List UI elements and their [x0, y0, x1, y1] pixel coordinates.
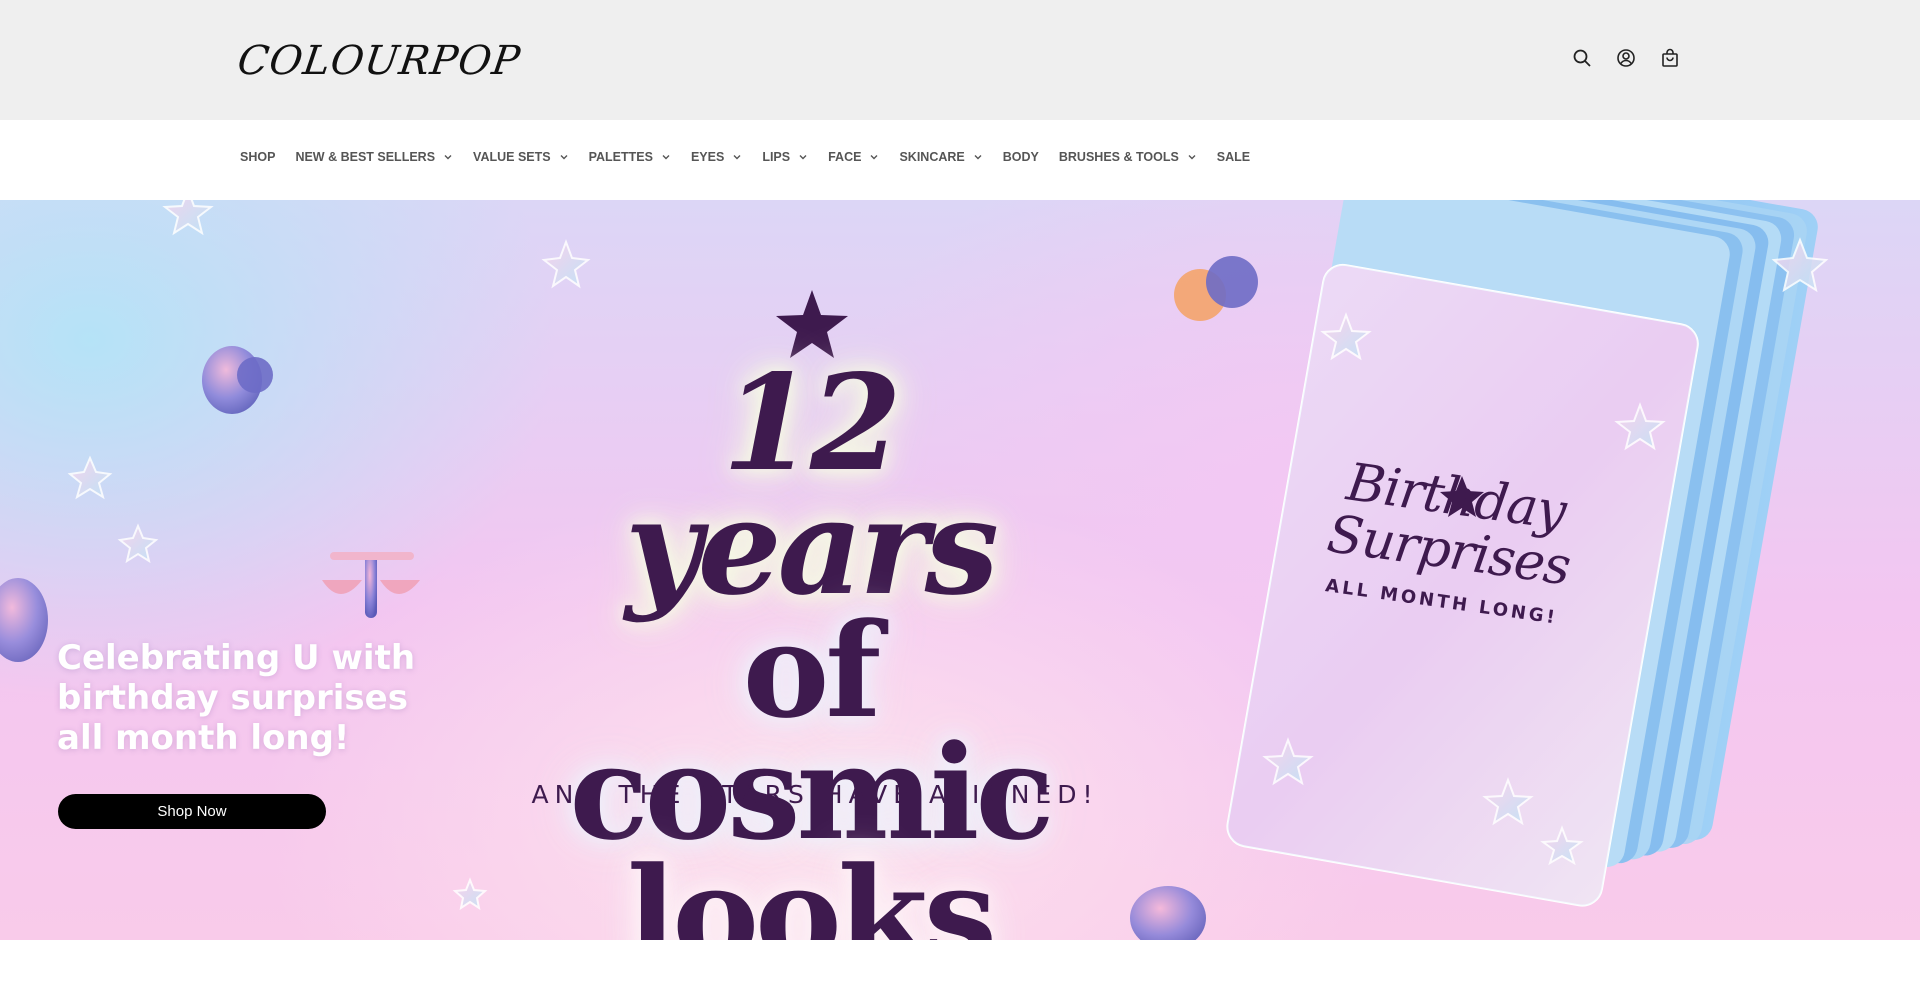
nav-item-label: FACE: [828, 150, 862, 164]
nav-item-new-best-sellers[interactable]: NEW & BEST SELLERS: [295, 150, 453, 164]
nav-item-palettes[interactable]: PALETTES: [589, 150, 671, 164]
nav-item-skincare[interactable]: SKINCARE: [899, 150, 982, 164]
colourpop-logo[interactable]: COLOURPOP: [235, 38, 524, 84]
chevron-down-icon: [733, 155, 741, 160]
nav-item-eyes[interactable]: EYES: [691, 150, 742, 164]
account-icon[interactable]: [1616, 48, 1636, 68]
headline-line-2: of cosmic: [569, 594, 1054, 869]
nav-item-label: SALE: [1216, 150, 1251, 164]
site-header: COLOURPOP: [0, 0, 1920, 120]
nav-item-label: SKINCARE: [899, 150, 965, 164]
nav-list: SHOP NEW & BEST SELLERS VALUE SETS PALET…: [240, 150, 1250, 164]
hero-headline: 12 years of cosmic looks: [520, 346, 1100, 941]
nav-item-face[interactable]: FACE: [828, 150, 879, 164]
shop-now-button[interactable]: Shop Now: [58, 794, 326, 829]
chevron-down-icon: [560, 155, 568, 160]
nav-item-label: BRUSHES & TOOLS: [1058, 150, 1179, 164]
chevron-down-icon: [799, 155, 807, 160]
nav-item-label: VALUE SETS: [473, 150, 551, 164]
nav-item-value-sets[interactable]: VALUE SETS: [473, 150, 569, 164]
search-icon[interactable]: [1572, 48, 1592, 68]
hero-banner[interactable]: 12 years of cosmic looks AND THE STARS H…: [0, 200, 1920, 940]
nav-item-sale[interactable]: SALE: [1217, 150, 1250, 164]
zodiac-taurus-icon: [0, 578, 48, 662]
nav-item-lips[interactable]: LIPS: [762, 150, 808, 164]
zodiac-libra-icon: [322, 552, 420, 618]
chevron-down-icon: [662, 155, 670, 160]
nav-item-label: NEW & BEST SELLERS: [295, 150, 436, 164]
chevron-down-icon: [974, 155, 982, 160]
header-actions: [1572, 48, 1680, 68]
zodiac-cancer-icon: [1174, 256, 1258, 321]
nav-item-brushes-tools[interactable]: BRUSHES & TOOLS: [1059, 150, 1197, 164]
nav-item-label: LIPS: [762, 150, 791, 164]
zodiac-capricorn-icon: [1130, 886, 1206, 940]
hero-tagline: AND THE STARS HAVE ALIGNED!: [531, 780, 1099, 809]
nav-item-label: SHOP: [240, 150, 276, 164]
chevron-down-icon: [444, 155, 452, 160]
headline-line-1: 12 years: [624, 346, 999, 625]
nav-item-label: EYES: [690, 150, 725, 164]
nav-item-label: BODY: [1002, 150, 1039, 164]
zodiac-virgo-icon: [202, 346, 273, 414]
nav-item-shop[interactable]: SHOP: [240, 150, 275, 164]
chevron-down-icon: [870, 155, 878, 160]
promo-text: Celebrating U with birthday surprises al…: [57, 638, 416, 758]
chevron-down-icon: [1188, 155, 1196, 160]
nav-item-body[interactable]: BODY: [1003, 150, 1039, 164]
cart-icon[interactable]: [1660, 48, 1680, 68]
main-nav: SHOP NEW & BEST SELLERS VALUE SETS PALET…: [0, 120, 1920, 200]
nav-item-label: PALETTES: [588, 150, 653, 164]
